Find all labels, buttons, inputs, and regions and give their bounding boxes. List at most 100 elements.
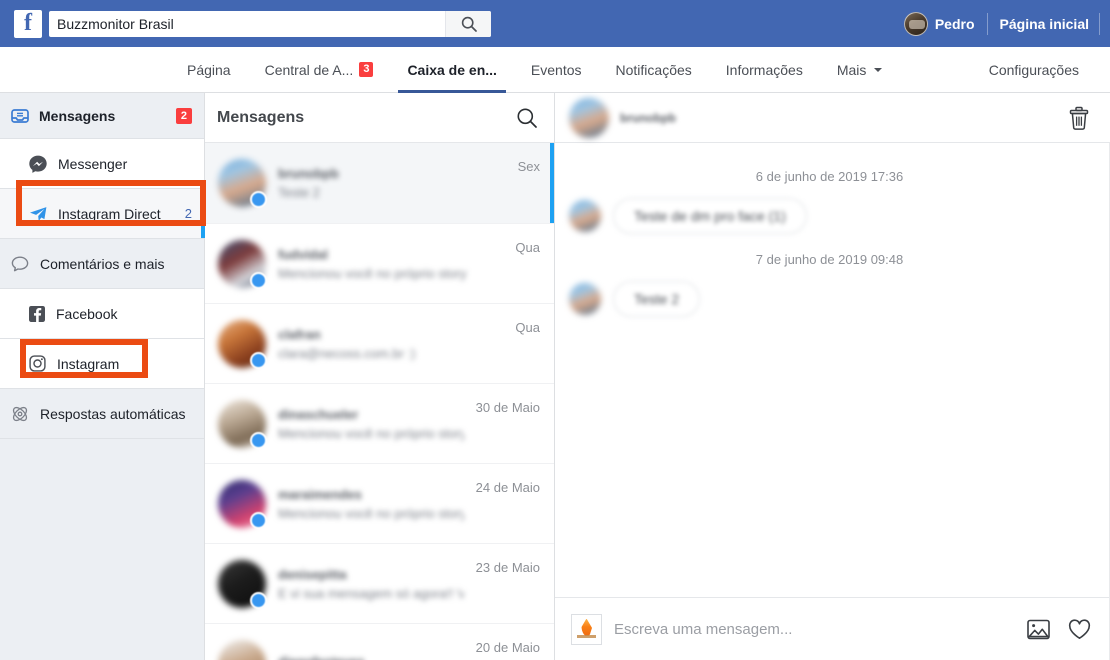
message-bubble: Teste de dm pro face (1)	[613, 198, 807, 234]
tab-mais[interactable]: Mais	[820, 47, 900, 92]
list-item-preview: Mencionou você no próprio story	[278, 505, 464, 521]
tab-label: Página	[187, 61, 231, 78]
search-icon[interactable]	[516, 107, 538, 129]
avatar	[218, 639, 266, 660]
tab-eventos[interactable]: Eventos	[514, 47, 599, 92]
message-input[interactable]	[614, 620, 1014, 638]
messenger-icon	[28, 154, 48, 174]
image-attachment-icon[interactable]	[1026, 617, 1051, 642]
list-item[interactable]: fudvidal Mencionou você no próprio story…	[205, 223, 554, 303]
sidebar-item-label: Facebook	[56, 305, 118, 322]
avatar	[569, 97, 609, 138]
list-item[interactable]: brunobpb Teste 2 Sex	[205, 143, 554, 223]
sidebar-item-label: Instagram	[57, 355, 120, 372]
verified-badge	[250, 511, 267, 529]
message-list-scroll[interactable]: brunobpb Teste 2 Sex fudvidal Mencionou …	[205, 143, 554, 660]
list-item-text: brunobpb Teste 2	[278, 166, 506, 200]
sidebar-group-comentarios[interactable]: Comentários e mais	[0, 238, 204, 289]
sidebar-item-instagram-direct[interactable]: Instagram Direct 2	[0, 189, 205, 238]
sidebar-item-label: Messenger	[58, 155, 128, 172]
status-badge: 3	[359, 62, 374, 77]
list-item-name: diegofesteves	[278, 654, 464, 660]
avatar	[569, 200, 601, 232]
tab-configuracoes[interactable]: Configurações	[972, 47, 1096, 92]
chevron-down-icon	[874, 67, 883, 72]
list-item-time: Sex	[517, 159, 540, 174]
verified-badge	[250, 191, 267, 208]
list-item[interactable]: maraimendes Mencionou você no próprio st…	[205, 463, 554, 543]
conversation-header: brunobpb	[555, 93, 1110, 143]
global-search	[49, 10, 491, 37]
facebook-square-icon	[28, 305, 46, 323]
tab-label: Caixa de en...	[407, 61, 497, 78]
list-item[interactable]: denisepitta E vi sua mensagem só agora!!…	[205, 543, 554, 623]
topbar-right-cluster: Pedro Página inicial	[900, 0, 1100, 47]
list-item[interactable]: dinaschueler Mencionou você no próprio s…	[205, 383, 554, 463]
avatar	[569, 283, 601, 315]
app-body: Mensagens 2 Messenger Instagram Direct 2	[0, 93, 1110, 660]
sidebar-item-instagram[interactable]: Instagram	[0, 339, 204, 388]
unread-count: 2	[184, 206, 192, 221]
tab-label: Central de A...	[264, 61, 354, 78]
message-list-panel: Mensagens brunobpb Teste 2 Sex fudvidal …	[205, 93, 555, 660]
sidebar-filler	[0, 439, 204, 660]
facebook-f-logo[interactable]: f	[14, 9, 42, 38]
list-item-name: denisepitta	[278, 566, 347, 582]
tab-label: Notificações	[615, 61, 692, 78]
automation-atom-icon	[10, 404, 30, 424]
search-input[interactable]	[49, 10, 445, 37]
list-item-text: dinaschueler Mencionou você no próprio s…	[278, 407, 464, 441]
brand-flame-logo	[571, 613, 602, 645]
divider	[1099, 12, 1100, 35]
sidebar-item-messenger[interactable]: Messenger	[0, 139, 204, 188]
list-item-name: clafran	[278, 326, 321, 342]
tab-informacoes[interactable]: Informações	[709, 47, 820, 92]
page-title: Mensagens	[217, 108, 305, 126]
composer-actions	[1026, 617, 1092, 642]
list-item-name: maraimendes	[278, 486, 362, 502]
speech-bubble-icon	[10, 254, 30, 274]
list-item-preview: Mencionou você no próprio story	[278, 265, 467, 281]
message-timestamp: 6 de junho de 2019 17:36	[755, 169, 904, 184]
list-item-text: maraimendes Mencionou você no próprio st…	[278, 487, 464, 521]
tab-label: Mais	[836, 61, 867, 78]
list-item-text: fudvidal Mencionou você no próprio story	[278, 247, 503, 281]
message-composer	[555, 597, 1110, 660]
instagram-camera-icon	[28, 354, 47, 373]
user-menu[interactable]: Pedro	[900, 11, 987, 36]
status-badge: 2	[175, 107, 192, 124]
conversation-panel: brunobpb 6 de junho de 2019 17:36 Teste …	[555, 93, 1110, 660]
tab-notificacoes[interactable]: Notificações	[599, 47, 709, 92]
sidebar-item-respostas-automaticas[interactable]: Respostas automáticas	[0, 388, 204, 439]
tab-pagina[interactable]: Página	[170, 47, 248, 92]
facebook-top-bar: f Pedro Página inicial	[0, 0, 1110, 47]
tab-caixa-de-entrada[interactable]: Caixa de en...	[390, 47, 513, 93]
list-item[interactable]: diegofesteves 20 de Maio	[205, 623, 554, 660]
verified-badge	[250, 351, 267, 369]
home-link[interactable]: Página inicial	[988, 16, 1099, 32]
list-item-text: diegofesteves	[278, 654, 464, 660]
avatar	[218, 319, 267, 369]
list-item-name: fudvidal	[278, 246, 328, 262]
heart-icon[interactable]	[1067, 617, 1092, 642]
message-bubble: Teste 2	[613, 281, 701, 317]
trash-can-icon[interactable]	[1066, 104, 1092, 132]
search-icon[interactable]	[445, 10, 491, 37]
verified-badge	[250, 431, 267, 449]
list-item-time: 24 de Maio	[475, 480, 540, 495]
list-item-preview: clara@necoss.com.br :)	[278, 345, 416, 361]
list-item[interactable]: clafran clara@necoss.com.br :) Qua	[205, 303, 554, 383]
sidebar-item-label: Respostas automáticas	[40, 405, 186, 422]
user-name: Pedro	[934, 15, 975, 32]
sidebar: Mensagens 2 Messenger Instagram Direct 2	[0, 93, 206, 660]
conversation-messages[interactable]: 6 de junho de 2019 17:36 Teste de dm pro…	[555, 143, 1110, 597]
list-item-name: dinaschueler	[278, 406, 359, 422]
sidebar-group-label: Mensagens	[39, 107, 116, 124]
tab-central-de-ajuda[interactable]: Central de A... 3	[248, 47, 391, 92]
message-row: Teste 2	[569, 281, 1090, 317]
list-item-preview: Mencionou você no próprio story	[278, 425, 464, 441]
sidebar-item-facebook[interactable]: Facebook	[0, 289, 204, 338]
list-item-time: Qua	[515, 240, 540, 255]
list-item-preview: Teste 2	[278, 185, 320, 200]
sidebar-group-mensagens[interactable]: Mensagens 2	[0, 93, 204, 139]
